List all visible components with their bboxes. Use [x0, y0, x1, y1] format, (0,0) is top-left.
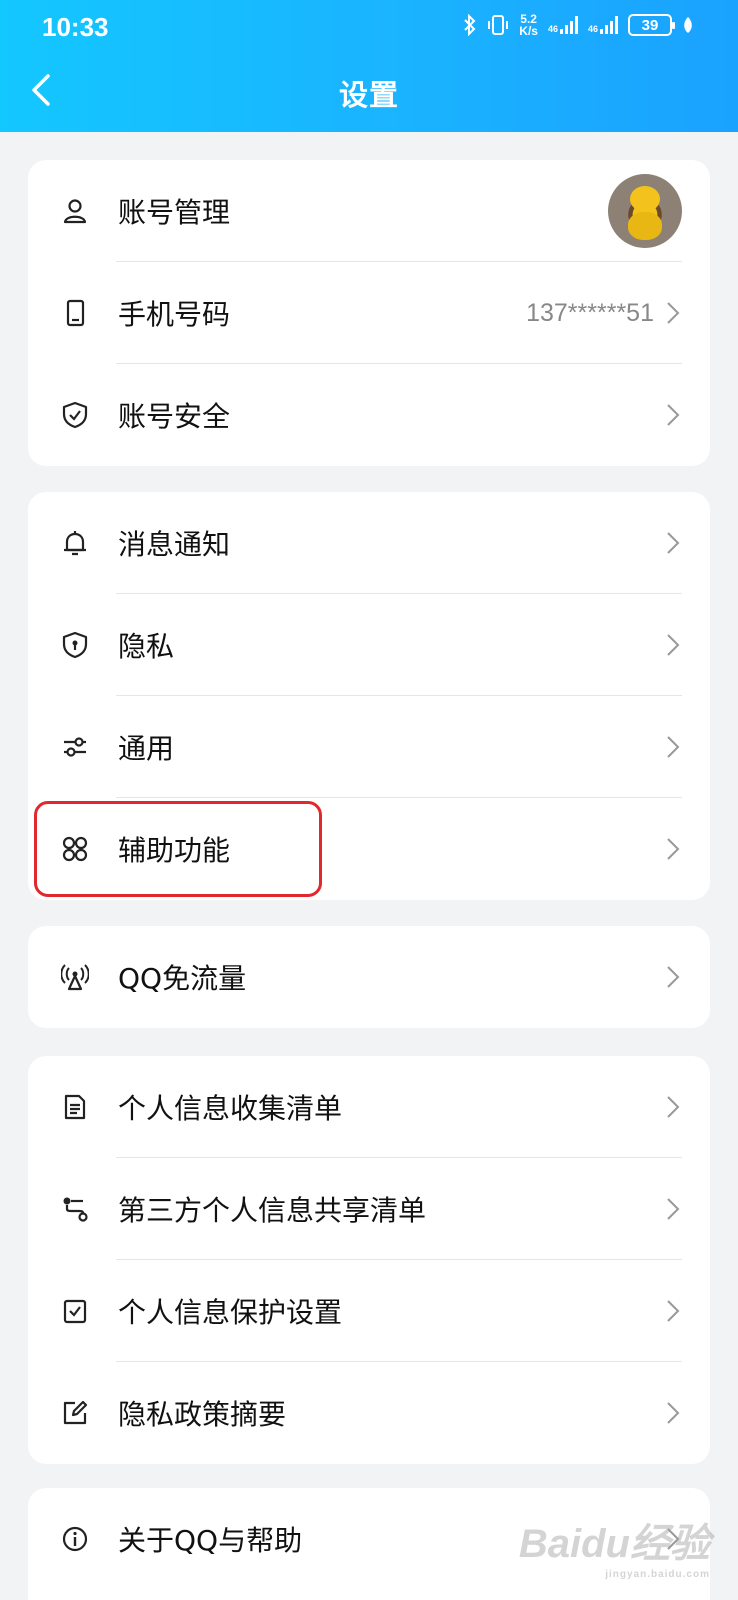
row-label: 手机号码: [118, 298, 231, 331]
chevron-right-icon: [667, 966, 680, 988]
share-icon: [60, 1194, 90, 1224]
watermark: Baidu经验 jingyan.baidu.com: [519, 1511, 710, 1580]
row-label: 账号安全: [118, 400, 231, 433]
row-privacy-policy-summary[interactable]: 隐私政策摘要: [28, 1362, 710, 1464]
top-bar: 10:33 5.2 K/s 46 46 39 设置: [0, 0, 738, 132]
status-icons: 5.2 K/s 46 46 39: [463, 10, 694, 40]
personal-info-card: 个人信息收集清单 第三方个人信息共享清单 个人信息保护设置 隐私政策摘要: [28, 1056, 710, 1464]
phone-icon: [60, 298, 90, 328]
chevron-right-icon: [667, 736, 680, 758]
shield-check-icon: [60, 400, 90, 430]
signal-bars-icon: [559, 16, 578, 34]
row-qq-free-data[interactable]: QQ免流量: [28, 926, 710, 1028]
speed-unit: K/s: [519, 24, 538, 38]
network-speed: 5.2 K/s: [519, 13, 538, 37]
row-label: 账号管理: [118, 196, 231, 229]
row-label: 关于QQ与帮助: [118, 1524, 303, 1557]
chevron-right-icon: [667, 404, 680, 426]
chevron-right-icon: [667, 838, 680, 860]
chevron-right-icon: [667, 302, 680, 324]
status-time: 10:33: [42, 12, 109, 42]
bluetooth-icon: [464, 14, 476, 36]
signal-tower-icon: [60, 962, 90, 992]
row-phone-number[interactable]: 手机号码 137******51: [28, 262, 710, 364]
row-label: 通用: [118, 732, 175, 765]
row-notifications[interactable]: 消息通知: [28, 492, 710, 594]
row-account-security[interactable]: 账号安全: [28, 364, 710, 466]
edit-icon: [60, 1398, 90, 1428]
sliders-icon: [60, 732, 90, 762]
data-free-card: QQ免流量: [28, 926, 710, 1028]
row-account-management[interactable]: 账号管理: [28, 160, 710, 262]
row-label: 个人信息收集清单: [118, 1092, 343, 1125]
row-label: 隐私: [118, 630, 175, 663]
status-bar: 10:33 5.2 K/s 46 46 39: [0, 0, 738, 52]
checkbox-icon: [60, 1296, 90, 1326]
shield-lock-icon: [60, 630, 90, 660]
person-icon: [60, 196, 90, 226]
watermark-logo: Baidu经验: [518, 1522, 710, 1566]
row-info-collection-list[interactable]: 个人信息收集清单: [28, 1056, 710, 1158]
battery-level: 39: [641, 16, 659, 34]
row-info-protection-settings[interactable]: 个人信息保护设置: [28, 1260, 710, 1362]
chevron-right-icon: [667, 1198, 680, 1220]
signal-bars-icon: [600, 16, 618, 34]
highlight-box: [34, 801, 322, 897]
chevron-right-icon: [667, 634, 680, 656]
row-third-party-sharing[interactable]: 第三方个人信息共享清单: [28, 1158, 710, 1260]
phone-value: 137******51: [526, 298, 654, 327]
account-card: 账号管理 手机号码 137******51 账号安全: [28, 160, 710, 466]
document-icon: [60, 1092, 90, 1122]
avatar[interactable]: [608, 174, 682, 248]
row-label: 隐私政策摘要: [118, 1398, 287, 1431]
row-privacy[interactable]: 隐私: [28, 594, 710, 696]
bell-icon: [60, 528, 90, 558]
row-label: 第三方个人信息共享清单: [118, 1194, 427, 1227]
row-label: 消息通知: [118, 528, 231, 561]
row-label: 个人信息保护设置: [118, 1296, 343, 1329]
chevron-right-icon: [667, 1300, 680, 1322]
watermark-url: jingyan.baidu.com: [605, 1569, 710, 1580]
page-title: 设置: [338, 78, 399, 112]
chevron-right-icon: [667, 1096, 680, 1118]
row-label: QQ免流量: [118, 962, 247, 995]
chevron-right-icon: [667, 1402, 680, 1424]
info-icon: [60, 1524, 90, 1554]
row-general[interactable]: 通用: [28, 696, 710, 798]
leaf-icon: [684, 17, 692, 33]
signal-2: 46: [588, 16, 618, 34]
signal-2-label: 46: [587, 24, 598, 34]
vibrate-icon: [488, 15, 509, 35]
chevron-right-icon: [667, 532, 680, 554]
signal-1: 46: [548, 16, 578, 34]
battery-icon: 39: [628, 14, 675, 36]
signal-1-label: 46: [547, 24, 558, 34]
